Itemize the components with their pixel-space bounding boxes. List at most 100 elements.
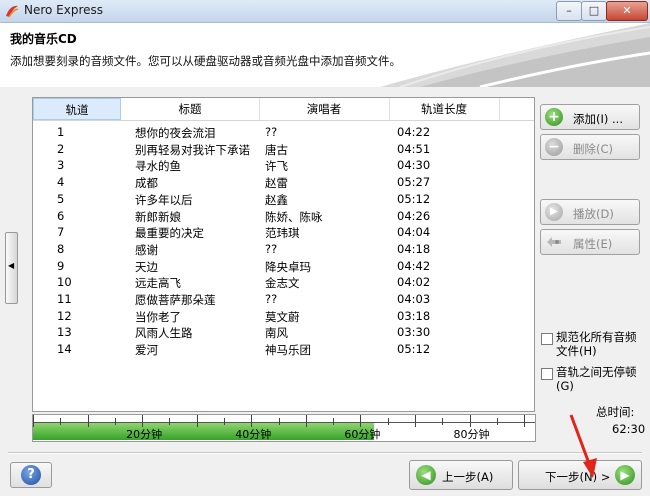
capacity-tick [442,418,444,425]
table-row[interactable]: 8 感谢?? 04:18 [33,241,503,258]
track-title: 想你的夜会流泪 [135,126,216,140]
track-artist: ?? [265,292,278,306]
back-button-label: 上一步(A) [442,470,494,484]
track-length: 04:04 [397,225,431,240]
no-pause-label-line1: 音轨之间无停顿 [556,365,637,379]
table-row[interactable]: 10 远走高飞 金志文 04:02 [33,274,503,291]
panel-collapse-tab[interactable]: ◀ [5,232,18,304]
track-number: 4 [57,175,65,190]
column-header-length[interactable]: 轨道长度 [389,98,500,120]
track-number: 7 [57,225,65,240]
table-row[interactable]: 11 愿做菩萨那朵莲?? 04:03 [33,291,503,308]
no-pause-checkbox[interactable] [541,368,553,380]
nero-logo-icon [6,5,19,18]
track-artist: 陈娇、陈咏 [265,209,323,224]
properties-button[interactable]: 属性(E) [540,229,640,255]
page-description: 添加想要刻录的音频文件。您可以从硬盘驱动器或音频光盘中添加音频文件。 [10,54,401,68]
table-row[interactable]: 12 当你老了 莫文蔚 03:18 [33,308,503,325]
track-list-header: 轨道 标题 演唱者 轨道长度 [33,98,534,121]
track-artist: 神马乐团 [265,343,311,358]
capacity-tick [414,415,416,427]
column-header-title[interactable]: 标题 [121,98,260,120]
track-artist: 莫文蔚 [265,309,300,324]
capacity-tick [333,418,335,425]
capacity-label-80: 80分钟 [453,428,490,441]
back-button[interactable]: ◀ 上一步(A) [409,460,513,490]
track-artist: 唐古 [265,142,288,157]
track-list[interactable]: 轨道 标题 演唱者 轨道长度 1 想你的夜会流泪?? 04:22 2 别再轻易对我许下承… [32,97,535,412]
column-header-artist[interactable]: 演唱者 [259,98,390,120]
track-artist: 许飞 [265,159,288,174]
column-header-track[interactable]: 轨道 [33,98,121,120]
table-row[interactable]: 4 成都 赵雷 05:27 [33,174,503,191]
table-row[interactable]: 13 风雨人生路 南风 03:30 [33,324,503,341]
track-number: 9 [57,258,65,273]
track-title: 远走高飞 [135,276,181,291]
add-button[interactable]: + 添加(I) ... [540,104,640,130]
delete-button[interactable]: − 删除(C) [540,134,640,160]
page-header: 我的音乐CD 添加想要刻录的音频文件。您可以从硬盘驱动器或音频光盘中添加音频文件… [0,23,650,87]
capacity-tick [87,415,89,427]
table-row[interactable]: 1 想你的夜会流泪?? 04:22 [33,124,503,141]
track-number: 5 [57,191,65,206]
track-artist: 赵鑫 [265,192,288,207]
header-decoration [380,23,650,87]
normalize-label: 规范化所有音频 文件(H) [556,330,637,358]
track-title: 风雨人生路 [135,326,193,341]
track-length: 03:30 [397,325,431,340]
track-title: 成都 [135,176,158,191]
capacity-label-60: 60分钟 [344,428,381,441]
minimize-button[interactable]: – [556,1,582,21]
close-button[interactable]: ✕ [606,1,648,21]
capacity-tick [60,418,62,425]
arrow-left-icon: ◀ [416,465,436,485]
track-artist: ?? [265,241,278,256]
track-title: 别再轻易对我许下承诺 [135,142,250,157]
normalize-checkbox[interactable] [541,333,553,345]
delete-button-label: 删除(C) [573,142,614,156]
table-row[interactable]: 5 许多年以后 赵鑫 05:12 [33,191,503,208]
track-length: 04:02 [397,275,431,290]
track-artist: 南风 [265,326,288,341]
capacity-tick [496,418,498,425]
add-button-label: 添加(I) ... [573,112,623,126]
track-title: 当你老了 [135,309,181,324]
track-number: 3 [57,158,65,173]
help-button[interactable]: ? [10,462,52,488]
table-row[interactable]: 6 新郎新娘 陈娇、陈咏 04:26 [33,208,503,225]
capacity-tick [33,415,34,427]
next-button[interactable]: 下一步(N) > ▶ [518,460,642,490]
table-row[interactable]: 2 别再轻易对我许下承诺 唐古 04:51 [33,141,503,158]
capacity-tick [114,418,116,425]
table-row[interactable]: 3 寻水的鱼 许飞 04:30 [33,157,503,174]
track-length: 04:26 [397,208,431,223]
arrow-right-icon: ▶ [615,465,635,485]
table-row[interactable]: 7 最重要的决定 范玮琪 04:04 [33,224,503,241]
track-artist: 金志文 [265,276,300,291]
track-number: 13 [57,325,72,340]
track-artist: 赵雷 [265,176,288,191]
track-length: 05:12 [397,191,431,206]
track-artist: 范玮琪 [265,226,300,241]
maximize-button[interactable]: □ [581,1,607,21]
track-number: 1 [57,125,65,139]
track-number: 8 [57,241,65,256]
capacity-tick [223,418,225,425]
track-length: 04:03 [397,292,431,306]
normalize-label-line2: 文件(H) [556,344,597,358]
table-row[interactable]: 14 爱河 神马乐团 05:12 [33,341,503,358]
track-number: 6 [57,208,65,223]
normalize-label-line1: 规范化所有音频 [556,330,637,344]
capacity-axis [33,422,535,423]
table-row[interactable]: 9 天边 降央卓玛 04:42 [33,258,503,275]
window-title: Nero Express [24,3,104,17]
total-time-label: 总时间: [596,405,635,419]
play-button[interactable]: ▶ 播放(D) [540,199,640,225]
capacity-tick [387,418,389,425]
track-title: 寻水的鱼 [135,159,181,174]
chevron-left-icon: ◀ [8,261,15,270]
plus-icon: + [545,108,563,126]
track-title: 愿做菩萨那朵莲 [135,293,216,307]
capacity-tick [169,418,171,425]
title-bar: Nero Express – □ ✕ [0,0,650,23]
